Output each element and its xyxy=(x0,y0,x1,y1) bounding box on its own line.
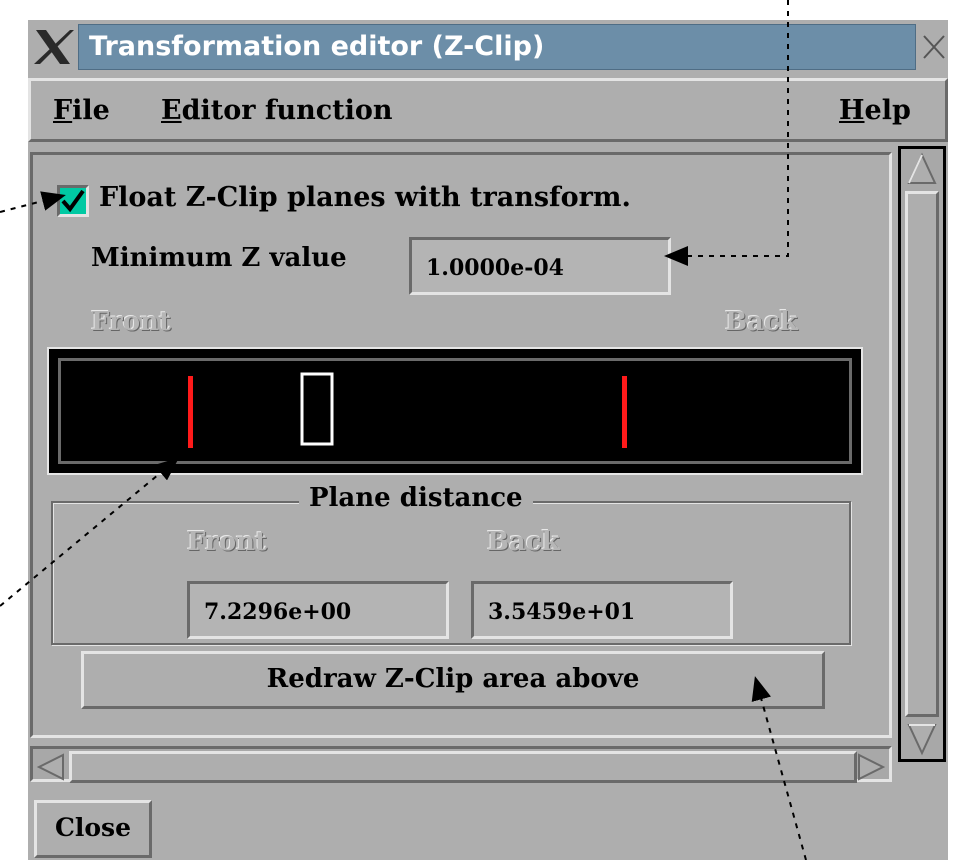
scroll-left-arrow-icon[interactable] xyxy=(35,751,67,783)
close-button[interactable]: Close xyxy=(34,800,152,858)
menu-editor-label: ditor function xyxy=(181,95,393,126)
zclip-front-label: Front xyxy=(91,307,171,337)
minimum-z-value: 1.0000e-04 xyxy=(426,255,564,281)
vertical-scrollbar[interactable] xyxy=(898,146,946,762)
object-bounds-box xyxy=(300,372,334,446)
plane-front-label: Front xyxy=(187,527,267,557)
float-zclip-checkbox[interactable] xyxy=(57,185,89,217)
transformation-editor-window: Transformation editor (Z-Clip) File Edit… xyxy=(28,20,948,860)
zclip-display-area[interactable] xyxy=(47,347,863,475)
plane-back-label: Back xyxy=(487,527,560,557)
menu-help-label: elp xyxy=(864,95,911,126)
scroll-down-arrow-icon[interactable] xyxy=(905,721,939,757)
plane-distance-title: Plane distance xyxy=(299,483,533,513)
check-mark-icon xyxy=(61,189,85,213)
menu-bar: File Editor function Help xyxy=(28,78,948,142)
bottom-bar: Close xyxy=(28,788,948,860)
minimum-z-field[interactable]: 1.0000e-04 xyxy=(409,237,671,295)
menu-help-mnemonic: H xyxy=(839,95,865,126)
x-window-icon[interactable] xyxy=(30,26,76,68)
title-bar[interactable]: Transformation editor (Z-Clip) xyxy=(28,20,948,74)
horizontal-scroll-thumb[interactable] xyxy=(69,751,857,783)
front-clip-plane-marker[interactable] xyxy=(188,376,193,448)
menu-editor-mnemonic: E xyxy=(161,95,182,126)
menu-help[interactable]: Help xyxy=(839,95,911,126)
float-zclip-label: Float Z-Clip planes with transform. xyxy=(99,182,631,213)
menu-file-mnemonic: F xyxy=(53,95,73,126)
scroll-right-arrow-icon[interactable] xyxy=(855,751,887,783)
plane-distance-group: Plane distance Front Back 7.2296e+00 3.5… xyxy=(51,483,851,645)
back-clip-plane-marker[interactable] xyxy=(622,376,627,448)
menu-file[interactable]: File xyxy=(53,95,110,126)
scrolled-panel: Float Z-Clip planes with transform. Mini… xyxy=(28,146,948,786)
zclip-plot xyxy=(188,372,627,448)
vertical-scroll-track[interactable] xyxy=(901,149,943,759)
zclip-back-label: Back xyxy=(725,307,798,337)
menu-file-label: ile xyxy=(72,95,110,126)
menu-editor-function[interactable]: Editor function xyxy=(161,95,393,126)
back-distance-field[interactable]: 3.5459e+01 xyxy=(471,581,733,639)
minimum-z-label: Minimum Z value xyxy=(91,243,347,273)
front-distance-field[interactable]: 7.2296e+00 xyxy=(187,581,449,639)
scroll-up-arrow-icon[interactable] xyxy=(905,151,939,187)
redraw-zclip-button[interactable]: Redraw Z-Clip area above xyxy=(81,651,825,709)
back-distance-value: 3.5459e+01 xyxy=(488,599,636,625)
vertical-scroll-thumb[interactable] xyxy=(905,191,939,717)
close-window-icon[interactable] xyxy=(920,26,948,68)
title-area: Transformation editor (Z-Clip) xyxy=(78,24,916,70)
panel-viewport: Float Z-Clip planes with transform. Mini… xyxy=(30,152,892,738)
horizontal-scrollbar[interactable] xyxy=(30,746,892,783)
front-distance-value: 7.2296e+00 xyxy=(204,599,352,625)
window-title: Transformation editor (Z-Clip) xyxy=(89,31,545,62)
